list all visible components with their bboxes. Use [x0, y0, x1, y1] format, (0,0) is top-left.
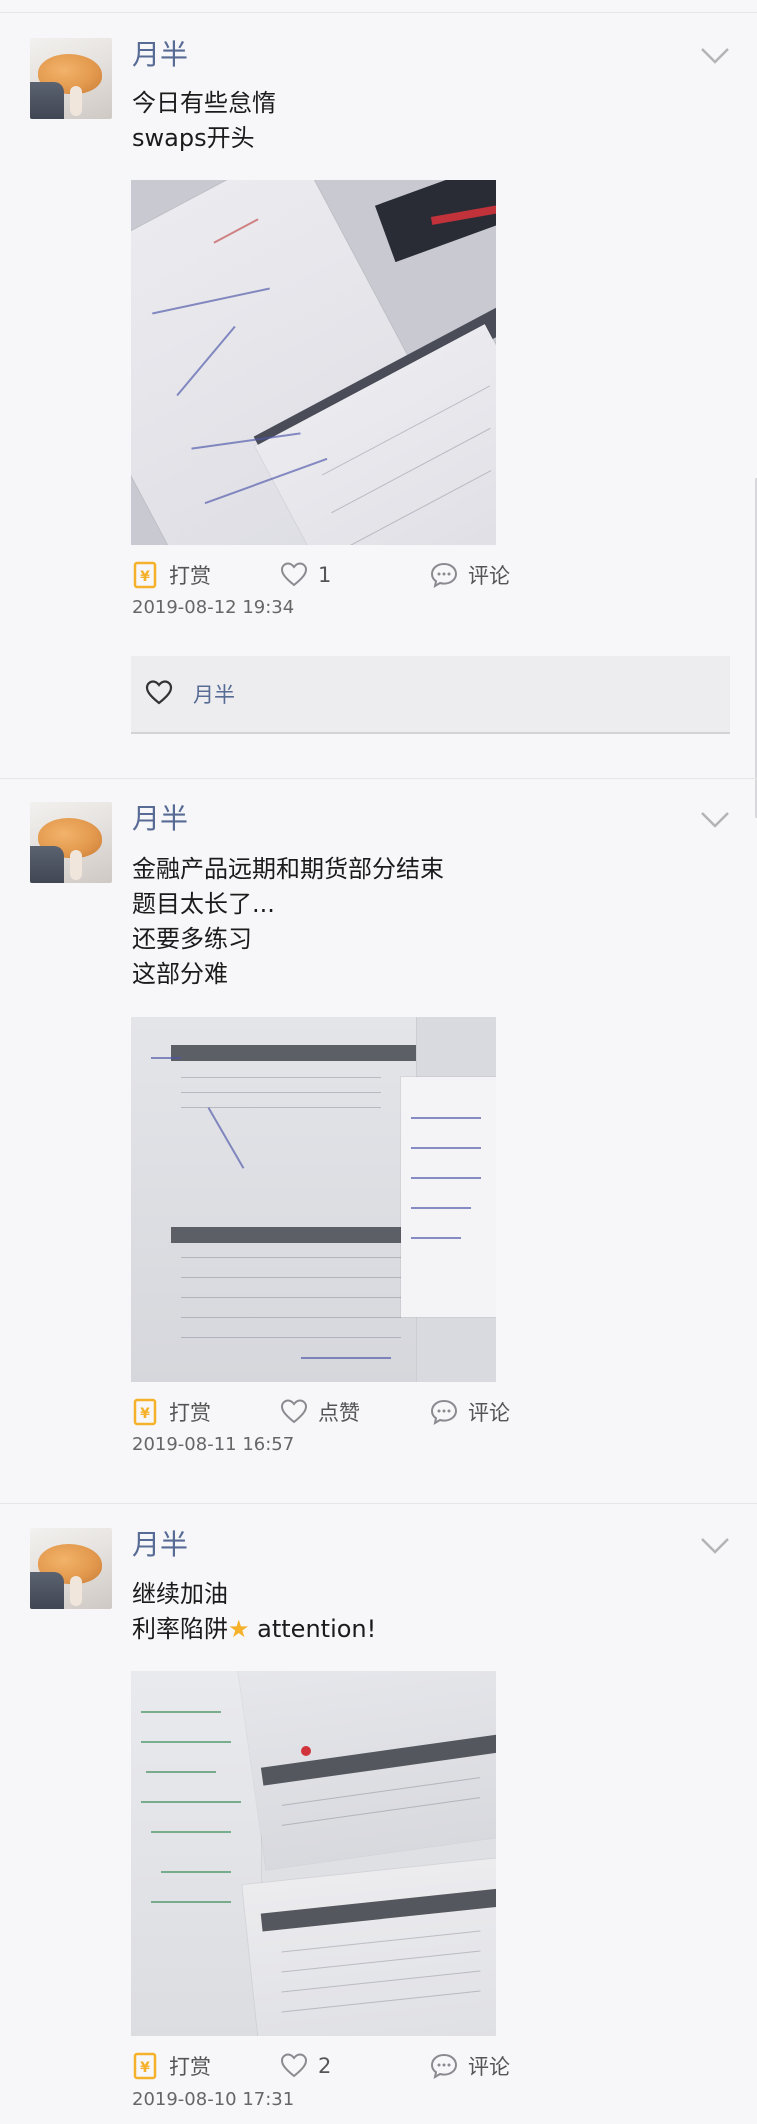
heart-icon	[280, 2052, 308, 2080]
post-text: 金融产品远期和期货部分结束 题目太长了... 还要多练习 这部分难	[132, 852, 444, 992]
post-text-line: swaps开头	[132, 124, 255, 152]
post-text-line: 这部分难	[132, 960, 228, 988]
reward-icon: ¥	[131, 2052, 159, 2080]
like-count: 1	[318, 563, 332, 587]
sparkle-emoji: ★	[228, 1615, 250, 1643]
chevron-down-icon[interactable]	[700, 46, 730, 66]
action-bar: ¥ 打赏 2 评论	[131, 2050, 631, 2082]
post-text-segment: 利率陷阱	[132, 1615, 228, 1643]
action-bar: ¥ 打赏 点赞 评论	[131, 1396, 631, 1428]
moments-feed: 月半 今日有些怠惰 swaps开头 ¥ 打赏 1 评论 2019-08-12 1…	[0, 0, 757, 2124]
svg-text:¥: ¥	[140, 2060, 150, 2076]
reward-label: 打赏	[169, 1401, 211, 1425]
reward-button[interactable]: ¥ 打赏	[131, 559, 211, 591]
comment-icon	[430, 2052, 458, 2080]
comment-button[interactable]: 评论	[430, 559, 510, 591]
post-timestamp: 2019-08-12 19:34	[132, 597, 295, 618]
top-divider	[0, 12, 757, 13]
comment-icon	[430, 1398, 458, 1426]
avatar[interactable]	[30, 38, 112, 119]
heart-icon	[280, 561, 308, 589]
chevron-down-icon[interactable]	[700, 1536, 730, 1556]
action-bar: ¥ 打赏 1 评论	[131, 559, 631, 591]
avatar[interactable]	[30, 802, 112, 883]
post-divider	[0, 778, 757, 779]
post-text: 继续加油 利率陷阱★ attention!	[132, 1577, 376, 1647]
post-text-line: 金融产品远期和期货部分结束	[132, 855, 444, 883]
reward-icon: ¥	[131, 1398, 159, 1426]
likes-box: 月半	[131, 656, 730, 734]
post-photo[interactable]	[131, 180, 496, 545]
post-text-line: 继续加油	[132, 1580, 228, 1608]
comment-button[interactable]: 评论	[430, 2050, 510, 2082]
like-button[interactable]: 2	[280, 2050, 331, 2082]
reward-icon: ¥	[131, 561, 159, 589]
post-divider	[0, 1503, 757, 1504]
svg-text:¥: ¥	[140, 569, 150, 585]
post-timestamp: 2019-08-10 17:31	[132, 2089, 295, 2110]
reward-label: 打赏	[169, 564, 211, 588]
comment-icon	[430, 561, 458, 589]
heart-icon	[280, 1398, 308, 1426]
heart-icon	[145, 680, 173, 706]
comment-button[interactable]: 评论	[430, 1396, 510, 1428]
post-text-line: 还要多练习	[132, 925, 252, 953]
post-timestamp: 2019-08-11 16:57	[132, 1434, 295, 1455]
like-button[interactable]: 1	[280, 559, 331, 591]
post-text-line: 利率陷阱★ attention!	[132, 1612, 376, 1647]
like-button[interactable]: 点赞	[280, 1396, 360, 1428]
svg-text:¥: ¥	[140, 1406, 150, 1422]
post-text-line: 今日有些怠惰	[132, 89, 276, 117]
comment-label: 评论	[468, 564, 510, 588]
liker-name[interactable]: 月半	[193, 679, 235, 709]
reward-button[interactable]: ¥ 打赏	[131, 2050, 211, 2082]
post-text-segment: attention!	[257, 1615, 377, 1643]
post-photo[interactable]	[131, 1017, 496, 1382]
reward-label: 打赏	[169, 2055, 211, 2079]
avatar[interactable]	[30, 1528, 112, 1609]
username[interactable]: 月半	[132, 802, 188, 836]
username[interactable]: 月半	[132, 1528, 188, 1562]
like-count: 2	[318, 2054, 332, 2078]
post-text-line: 题目太长了...	[132, 890, 275, 918]
like-label: 点赞	[318, 1401, 360, 1425]
username[interactable]: 月半	[132, 38, 188, 72]
reward-button[interactable]: ¥ 打赏	[131, 1396, 211, 1428]
post-photo[interactable]	[131, 1671, 496, 2036]
comment-label: 评论	[468, 2055, 510, 2079]
chevron-down-icon[interactable]	[700, 810, 730, 830]
comment-label: 评论	[468, 1401, 510, 1425]
post-text: 今日有些怠惰 swaps开头	[132, 86, 276, 156]
